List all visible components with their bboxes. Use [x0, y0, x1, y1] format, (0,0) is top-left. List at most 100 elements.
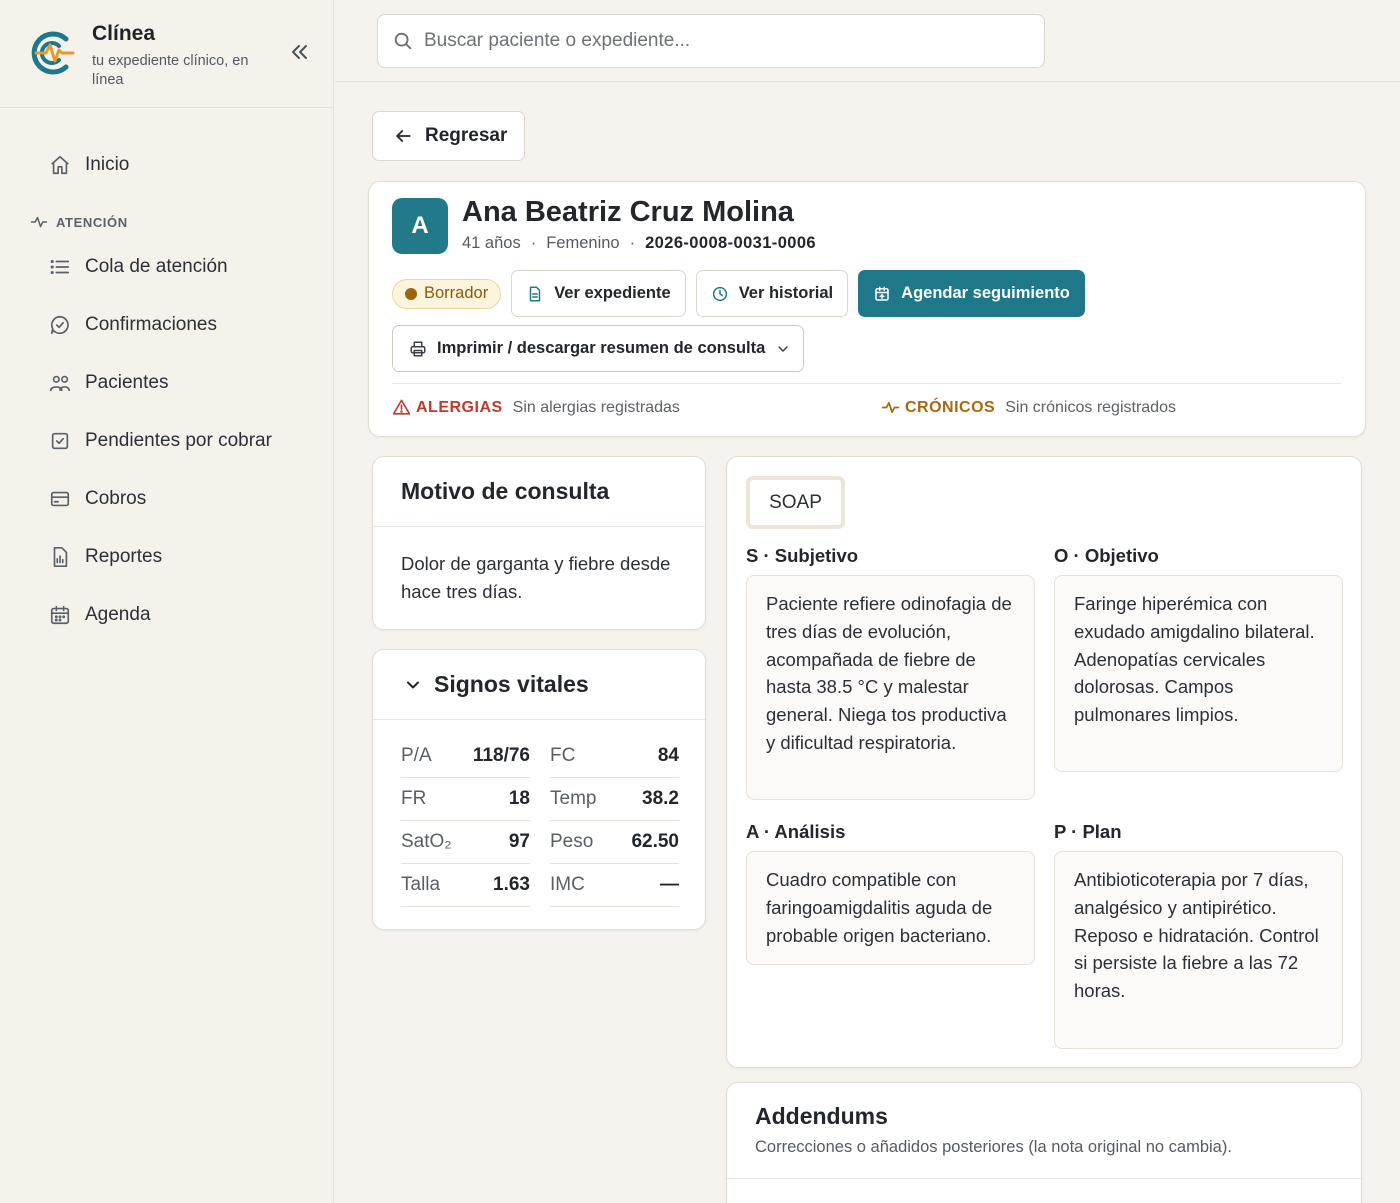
separator-dot: · [629, 234, 636, 252]
vital-value: 18 [508, 788, 530, 809]
schedule-followup-label: Agendar seguimiento [901, 284, 1070, 302]
vital-value: 118/76 [472, 745, 530, 766]
vital-sato2: SatO₂ 97 [401, 821, 530, 864]
chevron-down-icon [778, 345, 789, 352]
vital-signs-grid: P/A 118/76 FC 84 FR 18 Temp 38.2 SatO₂ 97 Pes… [401, 735, 679, 907]
chevron-down-icon [407, 681, 419, 688]
soap-analysis-label: A · Análisis [746, 821, 846, 842]
checkbox-icon [48, 429, 72, 453]
patient-name: Ana Beatriz Cruz Molina [462, 196, 794, 228]
soap-subjective-label: S · Subjetivo [746, 545, 859, 566]
pulse-icon [30, 216, 48, 228]
soap-objective-text: Faringe hiperémica con exudado amigdalin… [1054, 575, 1343, 772]
vital-value: — [660, 874, 679, 895]
sidebar-item-pacientes[interactable]: Pacientes [0, 354, 333, 412]
sidebar-item-label: Cola de atención [85, 256, 228, 277]
soap-plan-text: Antibioticoterapia por 7 días, analgésic… [1054, 851, 1343, 1049]
addendums-subtitle: Correcciones o añadidos posteriores (la … [755, 1138, 1232, 1156]
view-history-button[interactable]: Ver historial [695, 270, 849, 317]
sidebar-nav: Inicio ATENCIÓN Cola de atención Confirm… [0, 108, 333, 644]
sidebar-section-atencion: ATENCIÓN [0, 208, 333, 236]
sidebar: Clínea tu expediente clínico, en línea I… [0, 0, 334, 1203]
status-dot-icon [405, 287, 417, 300]
reason-for-visit-card: Motivo de consulta Dolor de garganta y f… [372, 456, 706, 630]
patient-meta: 41 años · Femenino · 2026-0008-0031-0006 [462, 234, 816, 253]
sidebar-item-reportes[interactable]: Reportes [0, 528, 333, 586]
vital-signs-toggle[interactable]: Signos vitales [403, 671, 589, 698]
divider [373, 719, 705, 720]
vital-value: 38.2 [642, 788, 679, 809]
collapse-sidebar-icon[interactable] [287, 40, 311, 64]
view-record-button[interactable]: Ver expediente [511, 270, 686, 317]
patient-record-id: 2026-0008-0031-0006 [645, 234, 817, 252]
vital-value: 62.50 [631, 831, 679, 852]
arrow-left-icon [396, 130, 411, 142]
allergies-value: Sin alergias registradas [512, 398, 680, 416]
vital-value: 84 [657, 745, 679, 766]
sidebar-item-inicio[interactable]: Inicio [0, 136, 333, 194]
addendums-title: Addendums [755, 1103, 888, 1129]
vital-signs-title: Signos vitales [434, 671, 589, 697]
view-history-label: Ver historial [738, 284, 834, 302]
vital-pa: P/A 118/76 [401, 735, 530, 778]
document-icon [529, 286, 541, 301]
vital-label: FC [550, 745, 576, 766]
status-badge: Borrador [392, 278, 502, 309]
calendar-plus-icon [875, 286, 889, 301]
home-icon [48, 153, 72, 177]
warning-triangle-icon [392, 399, 411, 415]
vital-temp: Temp 38.2 [550, 778, 679, 821]
list-icon [48, 255, 72, 279]
chronic-row: CRÓNICOS Sin crónicos registrados [881, 398, 1176, 417]
search-box[interactable] [377, 14, 1045, 68]
credit-card-icon [48, 487, 72, 511]
sidebar-item-label: Pacientes [85, 372, 169, 393]
soap-note-card: SOAP S · Subjetivo Paciente refiere odin… [726, 456, 1362, 1068]
vital-peso: Peso 62.50 [550, 821, 679, 864]
soap-objective-label: O · Objetivo [1054, 545, 1159, 566]
divider [392, 383, 1342, 384]
back-button[interactable]: Regresar [372, 111, 525, 161]
patient-header-card: A Ana Beatriz Cruz Molina 41 años · Feme… [368, 181, 1366, 437]
pulse-icon [881, 401, 900, 414]
sidebar-item-label: Agenda [85, 604, 151, 625]
search-icon [394, 32, 412, 50]
tab-soap[interactable]: SOAP [746, 476, 845, 529]
users-icon [48, 371, 72, 395]
vital-label: SatO₂ [401, 831, 452, 852]
vital-value: 97 [508, 831, 530, 852]
clinea-logo-icon [31, 31, 75, 75]
brand-tagline: tu expediente clínico, en línea [92, 53, 249, 88]
soap-plan-label: P · Plan [1054, 821, 1122, 842]
vital-label: Talla [401, 874, 441, 895]
report-icon [48, 545, 72, 569]
reason-title: Motivo de consulta [401, 478, 610, 504]
patient-age: 41 años [462, 234, 521, 252]
view-record-label: Ver expediente [554, 284, 671, 302]
brand-header: Clínea tu expediente clínico, en línea [0, 0, 333, 108]
sidebar-item-agenda[interactable]: Agenda [0, 586, 333, 644]
soap-subjective-text: Paciente refiere odinofagia de tres días… [746, 575, 1035, 800]
sidebar-item-cobros[interactable]: Cobros [0, 470, 333, 528]
vital-label: P/A [401, 745, 432, 766]
schedule-followup-button[interactable]: Agendar seguimiento [858, 270, 1085, 317]
reason-text: Dolor de garganta y fiebre desde hace tr… [401, 553, 671, 602]
sidebar-item-pendientes[interactable]: Pendientes por cobrar [0, 412, 333, 470]
separator-dot: · [530, 234, 537, 252]
search-input[interactable] [424, 30, 1004, 52]
vital-label: Peso [550, 831, 594, 852]
addendums-card: Addendums Correcciones o añadidos poster… [726, 1082, 1362, 1203]
status-label: Borrador [424, 284, 489, 302]
print-summary-dropdown[interactable]: Imprimir / descargar resumen de consulta [392, 325, 804, 372]
divider [373, 526, 705, 527]
sidebar-item-cola[interactable]: Cola de atención [0, 238, 333, 296]
sidebar-item-confirmaciones[interactable]: Confirmaciones [0, 296, 333, 354]
allergies-label: ALERGIAS [416, 398, 503, 416]
chronic-label: CRÓNICOS [905, 398, 996, 416]
vital-talla: Talla 1.63 [401, 864, 530, 907]
sidebar-item-label: Pendientes por cobrar [85, 430, 272, 451]
clock-icon [712, 286, 727, 301]
soap-analysis-text: Cuadro compatible con faringoamigdalitis… [746, 851, 1035, 965]
print-summary-label: Imprimir / descargar resumen de consulta [437, 339, 766, 357]
vital-label: IMC [550, 874, 585, 895]
